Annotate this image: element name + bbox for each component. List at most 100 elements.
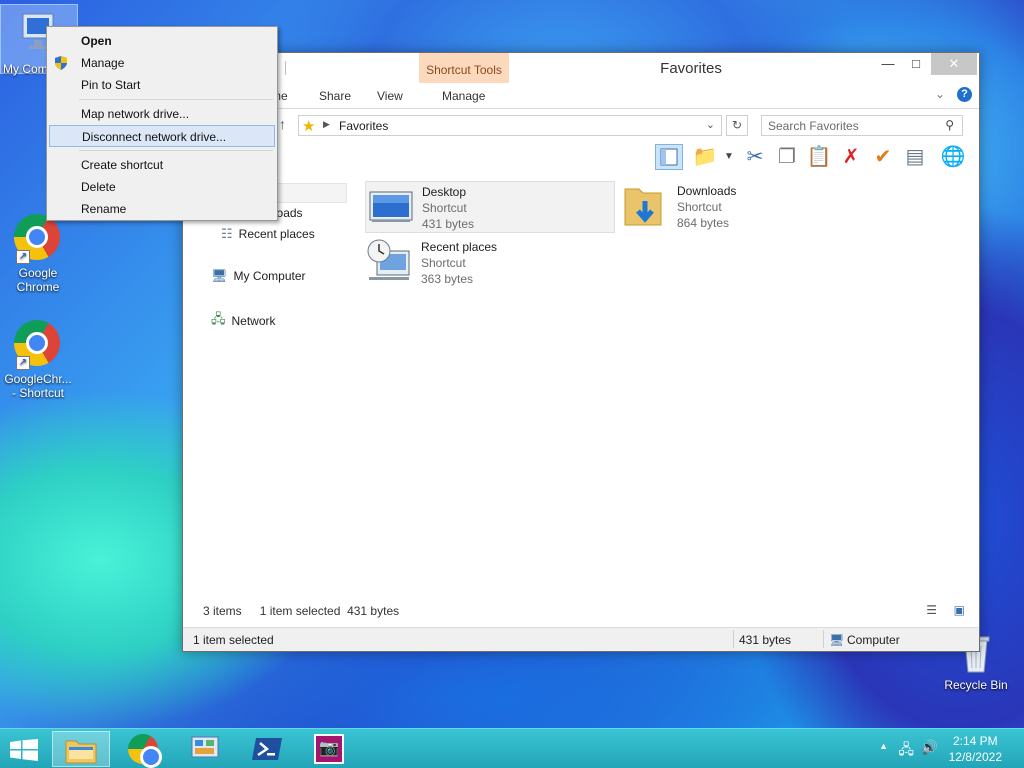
- file-item-desktop[interactable]: Desktop Shortcut 431 bytes: [365, 181, 615, 233]
- file-type: Shortcut: [677, 200, 722, 214]
- menu-separator: [79, 99, 273, 100]
- file-name: Recent places: [421, 240, 498, 254]
- file-type: Shortcut: [421, 256, 466, 270]
- clock[interactable]: 2:14 PM 12/8/2022: [949, 733, 1002, 765]
- star-icon: ★: [302, 118, 316, 135]
- search-placeholder: Search Favorites: [768, 119, 859, 133]
- menu-item-rename[interactable]: Rename: [49, 198, 275, 220]
- status-location: Computer: [847, 633, 900, 647]
- file-item-recent-places[interactable]: Recent places Shortcut 363 bytes: [365, 237, 615, 289]
- clock-time: 2:14 PM: [952, 734, 998, 748]
- menu-item-pin-to-start[interactable]: Pin to Start: [49, 74, 275, 96]
- taskbar-file-explorer[interactable]: [52, 731, 110, 767]
- help-icon[interactable]: ?: [957, 87, 972, 102]
- refresh-icon[interactable]: ↻: [726, 115, 748, 136]
- toolbar: 📁 ▼ ✂ ❐ 📋 ✗ ✔ ▤ 🌐: [183, 139, 979, 177]
- file-item-downloads[interactable]: Downloads Shortcut 864 bytes: [621, 181, 871, 233]
- navigation-pane: p 📥 Downloads ☷ Recent places 🖥 My Compu…: [183, 177, 351, 597]
- address-bar[interactable]: ★ ▶ Favorites ⌄: [298, 115, 722, 136]
- details-view-icon[interactable]: ☰: [926, 603, 937, 617]
- recycle-bin-label: Recycle Bin: [944, 678, 1008, 692]
- show-hidden-icons-icon[interactable]: ▲: [879, 741, 888, 751]
- file-name: Downloads: [677, 184, 737, 198]
- computer-icon: 🖥: [829, 633, 845, 647]
- tab-share[interactable]: Share: [319, 89, 351, 103]
- copy-icon[interactable]: ❐: [773, 144, 801, 170]
- taskbar-control-panel[interactable]: [176, 731, 234, 767]
- context-menu: Open Manage Pin to Start Map network dri…: [46, 26, 278, 221]
- nav-item-network[interactable]: 🖧 Network: [211, 310, 276, 332]
- ribbon-tabs: me Share View Manage ⌄ ?: [183, 83, 979, 109]
- chevron-right-icon[interactable]: ▶: [323, 119, 330, 130]
- large-icons-view-icon[interactable]: ▣: [954, 603, 965, 617]
- address-row: ↑ ★ ▶ Favorites ⌄ ↻ Search Favorites ⚲: [183, 109, 979, 139]
- menu-separator: [79, 150, 273, 151]
- taskbar-chrome[interactable]: [114, 731, 172, 768]
- status-bar-bottom: 1 item selected 431 bytes 🖥 Computer: [183, 627, 979, 651]
- start-button[interactable]: [10, 739, 38, 761]
- taskbar-powershell[interactable]: [238, 731, 296, 767]
- tab-manage[interactable]: Manage: [442, 89, 485, 103]
- properties-icon[interactable]: ▤: [901, 144, 929, 170]
- taskbar: 📷 ▲ 🖧 🔊 2:14 PM 12/8/2022: [0, 728, 1024, 768]
- preview-pane-icon[interactable]: [655, 144, 683, 170]
- network-status-icon[interactable]: 🖧: [898, 739, 914, 763]
- up-arrow-icon[interactable]: ↑: [279, 116, 286, 132]
- status-bar-top: 3 items 1 item selected 431 bytes ☰ ▣: [183, 601, 979, 621]
- checkmark-icon[interactable]: ✔: [869, 144, 897, 170]
- recent-places-icon: ☷: [221, 226, 233, 241]
- computer-icon: 🖥: [211, 268, 228, 283]
- address-path[interactable]: Favorites: [339, 119, 388, 133]
- explorer-window[interactable]: Shortcut Tools Favorites — □ ✕ me Share …: [182, 52, 980, 652]
- menu-item-disconnect-network-drive[interactable]: Disconnect network drive...: [49, 125, 275, 147]
- chevron-down-icon[interactable]: ⌄: [935, 87, 945, 101]
- dropdown-arrow-icon[interactable]: ▼: [715, 144, 743, 170]
- menu-item-map-network-drive[interactable]: Map network drive...: [49, 103, 275, 125]
- address-dropdown-icon[interactable]: ⌄: [706, 118, 715, 131]
- file-size: 363 bytes: [421, 272, 474, 286]
- taskbar-camera-app[interactable]: 📷: [300, 731, 358, 767]
- desktop-shortcut-icon: [366, 182, 414, 230]
- globe-icon[interactable]: 🌐: [939, 144, 967, 170]
- desktop-icon-google-chrome[interactable]: ↗ Google Chrome: [0, 214, 76, 294]
- desktop-icon-label: Google Chrome: [16, 266, 60, 294]
- file-list: Desktop Shortcut 431 bytes Downloads Sho…: [363, 177, 979, 597]
- chrome-icon: [128, 734, 162, 768]
- uac-shield-icon: [55, 56, 67, 70]
- file-explorer-icon: [65, 740, 97, 764]
- shortcut-arrow-icon: ↗: [16, 250, 30, 264]
- menu-item-delete[interactable]: Delete: [49, 176, 275, 198]
- status-selection: 1 item selected: [193, 633, 274, 647]
- minimize-button[interactable]: —: [873, 53, 903, 75]
- menu-item-create-shortcut[interactable]: Create shortcut: [49, 154, 275, 176]
- recent-places-icon: [365, 237, 413, 285]
- downloads-folder-icon: [621, 181, 669, 229]
- powershell-icon: [252, 738, 282, 760]
- desktop-icon-chrome-shortcut[interactable]: ↗ GoogleChr... - Shortcut: [0, 320, 76, 400]
- network-icon: 🖧: [211, 311, 226, 326]
- nav-item-my-computer[interactable]: 🖥 My Computer: [211, 268, 306, 284]
- delete-icon[interactable]: ✗: [837, 144, 865, 170]
- status-size: 431 bytes: [739, 633, 792, 647]
- file-size: 431 bytes: [422, 217, 475, 231]
- desktop-icon-label: GoogleChr... - Shortcut: [4, 372, 72, 400]
- nav-item-recent-places[interactable]: ☷ Recent places: [221, 226, 315, 242]
- tab-view[interactable]: View: [377, 89, 403, 103]
- menu-item-open[interactable]: Open: [49, 30, 275, 52]
- file-type: Shortcut: [422, 201, 467, 215]
- volume-icon[interactable]: 🔊: [921, 739, 938, 756]
- file-size: 864 bytes: [677, 216, 730, 230]
- items-count: 3 items: [203, 604, 242, 618]
- file-name: Desktop: [422, 185, 467, 199]
- search-icon[interactable]: ⚲: [945, 118, 954, 132]
- paste-icon[interactable]: 📋: [805, 144, 833, 170]
- control-panel-icon: [191, 736, 219, 758]
- shortcut-arrow-icon: ↗: [16, 356, 30, 370]
- title-bar[interactable]: Shortcut Tools Favorites — □ ✕: [183, 53, 979, 83]
- maximize-button[interactable]: □: [901, 53, 931, 75]
- close-button[interactable]: ✕: [931, 53, 977, 75]
- cut-icon[interactable]: ✂: [741, 144, 769, 170]
- menu-item-manage[interactable]: Manage: [49, 52, 275, 74]
- clock-date: 12/8/2022: [948, 750, 1002, 764]
- search-input[interactable]: Search Favorites ⚲: [761, 115, 963, 136]
